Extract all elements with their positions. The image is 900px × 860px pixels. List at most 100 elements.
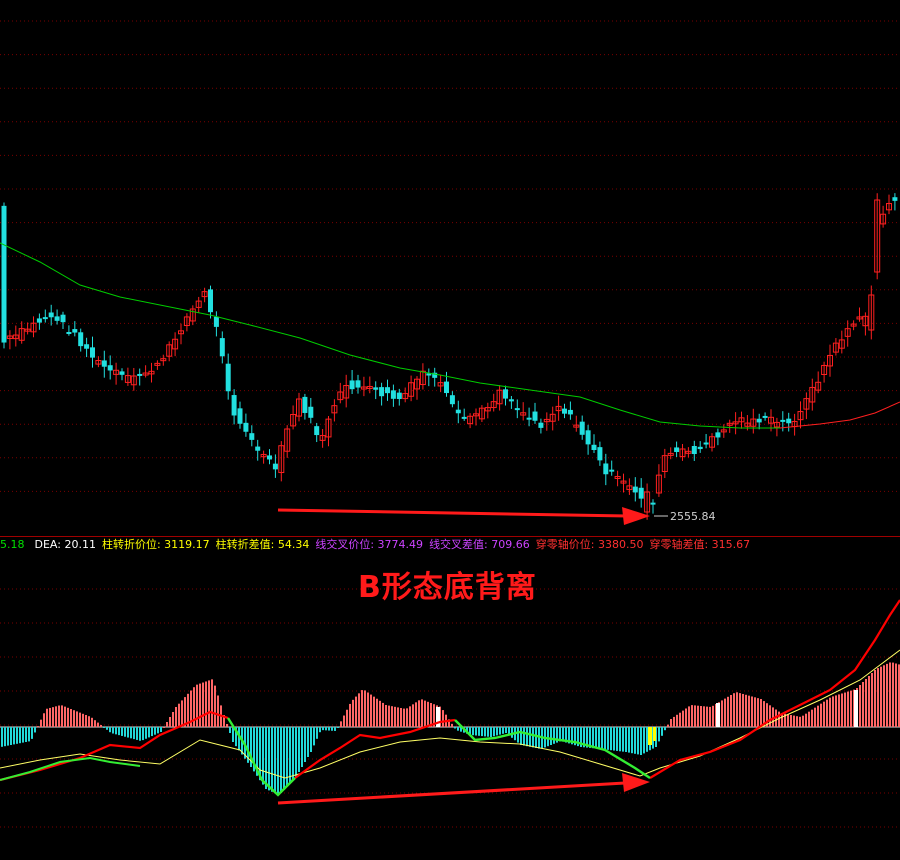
macd-histogram-bar [511, 727, 513, 738]
macd-histogram-bar [853, 689, 855, 727]
macd-histogram-bar [229, 727, 231, 733]
price-candle [750, 408, 757, 434]
price-candle [496, 385, 503, 411]
price-candle [385, 379, 390, 401]
macd-histogram-bar [265, 727, 267, 789]
candle-body [597, 447, 603, 461]
arrow-head [622, 507, 650, 525]
price-candle [119, 368, 125, 381]
price-candle [426, 368, 432, 387]
candle-body [780, 419, 786, 422]
macd-histogram-bar [133, 727, 135, 740]
candle-body [225, 363, 231, 392]
price-candle [567, 401, 573, 420]
macd-histogram-bar [544, 727, 546, 748]
price-candle [48, 304, 54, 326]
macd-histogram-bar [619, 727, 621, 752]
macd-histogram-bar [412, 704, 414, 727]
macd-histogram-bar [4, 727, 6, 747]
macd-histogram-bar [574, 727, 576, 746]
candle-body [532, 411, 538, 421]
candle-body [249, 433, 255, 440]
macd-histogram-bar [175, 707, 177, 727]
macd-histogram-bar [424, 700, 426, 727]
macd-histogram-bar [154, 727, 156, 735]
macd-histogram-bar [643, 727, 645, 754]
price-candle [626, 478, 633, 495]
indicator-item: 柱转折差值: 54.34 [215, 538, 310, 551]
macd-histogram-bar [793, 715, 795, 727]
macd-histogram-bar [475, 727, 477, 736]
candle-body [585, 430, 591, 445]
price-candle [773, 417, 780, 437]
macd-histogram-bar [10, 727, 12, 745]
macd-histogram-bar [400, 708, 402, 727]
price-candle [208, 285, 213, 319]
candle-body [308, 406, 314, 418]
macd-histogram-bar [865, 679, 867, 727]
macd-histogram-bar [157, 727, 159, 734]
macd-histogram-bar [634, 727, 636, 754]
macd-histogram-bar [373, 696, 375, 727]
price-candle [408, 375, 415, 402]
price-candle [703, 434, 709, 449]
macd-histogram-bar [397, 707, 399, 727]
indicator-item: 穿零轴价位: 3380.50 [535, 538, 644, 551]
macd-histogram-bar [568, 727, 570, 744]
dif-line [454, 719, 651, 779]
price-candle [538, 418, 544, 434]
macd-histogram-bar [385, 705, 387, 727]
macd-histogram-bar [529, 727, 531, 747]
macd-histogram-bar [841, 693, 843, 727]
macd-histogram-bar [715, 704, 717, 727]
indicator-item: 柱转折价位: 3119.17 [101, 538, 210, 551]
macd-histogram-bar [121, 727, 123, 736]
macd-histogram-bar [88, 716, 90, 727]
macd-histogram-bar [115, 727, 117, 735]
price-candle [284, 425, 291, 458]
price-candle [526, 407, 532, 427]
price-candle [231, 389, 237, 425]
price-candle [549, 406, 556, 431]
candle-body [786, 418, 792, 424]
macd-histogram-bar [19, 727, 21, 744]
macd-histogram-bar [691, 705, 693, 727]
macd-histogram-bar [496, 727, 498, 736]
macd-histogram-bar [700, 706, 702, 727]
macd-histogram-bar [388, 705, 390, 727]
macd-histogram-bar [67, 707, 69, 727]
price-candle [862, 312, 869, 336]
candle-body [385, 387, 390, 394]
moving-average-line [0, 242, 780, 429]
candle-body [36, 318, 42, 323]
price-candle [732, 412, 739, 435]
macd-histogram-bar [40, 719, 42, 727]
macd-histogram-bar [871, 673, 873, 727]
macd-highlight-bar [436, 707, 440, 727]
price-candle [473, 408, 479, 426]
macd-histogram-bar [589, 727, 591, 748]
candle-body [396, 392, 402, 399]
macd-histogram-bar [103, 727, 105, 728]
candle-body [72, 329, 78, 333]
macd-histogram-bar [688, 706, 690, 727]
macd-histogram-bar [448, 719, 450, 727]
price-candle [720, 424, 727, 438]
macd-histogram-bar [313, 727, 315, 746]
macd-histogram-bar [838, 694, 840, 727]
price-candle [18, 321, 25, 344]
macd-histogram-bar [316, 727, 318, 739]
macd-histogram-bar [454, 727, 456, 729]
macd-histogram-bar [661, 727, 663, 736]
price-candle [178, 323, 184, 345]
macd-histogram-bar [439, 706, 441, 727]
price-candle [514, 399, 520, 419]
macd-histogram-bar [289, 727, 291, 784]
macd-histogram-bar [190, 690, 192, 727]
dif-line [294, 718, 456, 779]
price-candle [36, 313, 42, 330]
macd-histogram-bar [649, 727, 651, 751]
price-candle [815, 371, 822, 394]
macd-histogram-bar [433, 704, 435, 727]
price-candle [886, 194, 892, 215]
